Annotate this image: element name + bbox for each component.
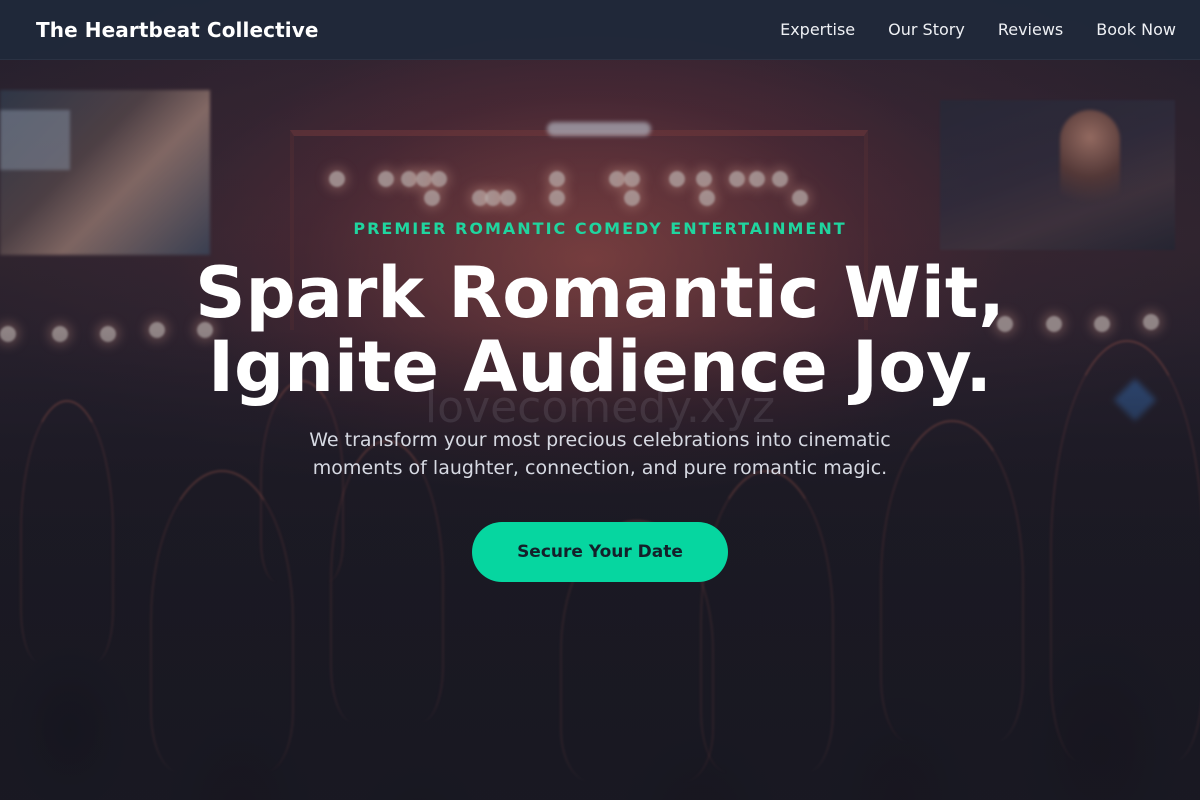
nav-link-book-now[interactable]: Book Now [1096, 20, 1176, 39]
page: The Heartbeat Collective Expertise Our S… [0, 0, 1200, 800]
nav-link-expertise[interactable]: Expertise [780, 20, 855, 39]
secure-your-date-button[interactable]: Secure Your Date [472, 522, 728, 582]
hero-headline: Spark Romantic Wit, Ignite Audience Joy. [0, 256, 1200, 404]
top-navbar: The Heartbeat Collective Expertise Our S… [0, 0, 1200, 60]
hero-headline-line-2: Ignite Audience Joy. [208, 326, 992, 408]
nav-link-reviews[interactable]: Reviews [998, 20, 1063, 39]
nav-link-our-story[interactable]: Our Story [888, 20, 965, 39]
brand-logo-text[interactable]: The Heartbeat Collective [36, 18, 319, 42]
nav-links: Expertise Our Story Reviews Book Now [780, 20, 1176, 39]
hero-headline-line-1: Spark Romantic Wit, [195, 252, 1005, 334]
hero-subtitle: We transform your most precious celebrat… [309, 429, 891, 479]
hero-eyebrow: PREMIER ROMANTIC COMEDY ENTERTAINMENT [353, 219, 847, 238]
